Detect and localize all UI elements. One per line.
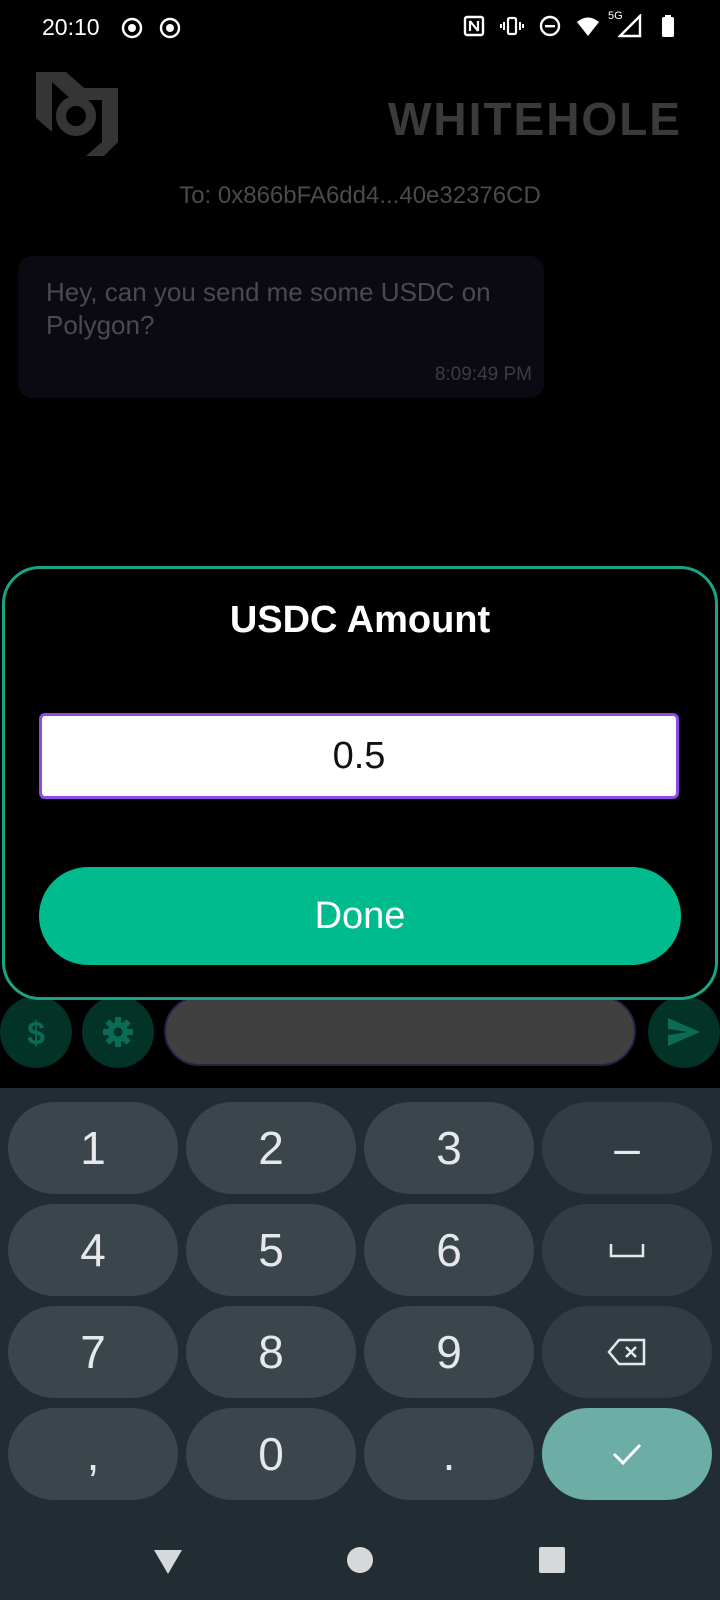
system-nav-bar bbox=[0, 1518, 720, 1600]
battery-icon bbox=[662, 15, 674, 37]
key-0[interactable]: 0 bbox=[186, 1408, 356, 1500]
broadcast-icon bbox=[121, 17, 143, 39]
key-4[interactable]: 4 bbox=[8, 1204, 178, 1296]
message-timestamp: 8:09:49 PM bbox=[434, 364, 532, 385]
dollar-icon: $ bbox=[27, 1015, 45, 1050]
usdc-amount-dialog: USDC Amount 0.5 Done bbox=[2, 566, 718, 1000]
key-7[interactable]: 7 bbox=[8, 1306, 178, 1398]
composer-bar: $ bbox=[0, 996, 720, 1072]
nfc-icon bbox=[463, 15, 485, 37]
key-2[interactable]: 2 bbox=[186, 1102, 356, 1194]
broadcast-icon bbox=[159, 17, 181, 39]
signal-icon: 5G bbox=[608, 10, 642, 38]
key-8[interactable]: 8 bbox=[186, 1306, 356, 1398]
dialog-title: USDC Amount bbox=[229, 599, 491, 641]
recipient-address: To: 0x866bFA6dd4...40e32376CD bbox=[179, 182, 541, 209]
status-time: 20:10 bbox=[42, 14, 100, 40]
message-input[interactable] bbox=[164, 996, 636, 1066]
space-icon bbox=[609, 1244, 645, 1258]
key-9[interactable]: 9 bbox=[364, 1306, 534, 1398]
key-1[interactable]: 1 bbox=[8, 1102, 178, 1194]
app-logo-icon bbox=[36, 72, 118, 156]
gear-icon bbox=[103, 1017, 133, 1047]
numeric-keyboard: 1 2 3 – 4 5 6 7 8 9 , 0 . bbox=[0, 1088, 720, 1518]
app-header: WHITEHOLE bbox=[0, 56, 720, 166]
key-period[interactable]: . bbox=[364, 1408, 534, 1500]
dnd-icon bbox=[539, 15, 561, 37]
wifi-icon bbox=[577, 17, 599, 36]
brand-name: WHITEHOLE bbox=[388, 93, 682, 145]
key-minus[interactable]: – bbox=[542, 1102, 712, 1194]
key-6[interactable]: 6 bbox=[364, 1204, 534, 1296]
vibrate-icon bbox=[500, 16, 524, 36]
recents-icon[interactable] bbox=[532, 1540, 572, 1580]
key-backspace[interactable] bbox=[542, 1306, 712, 1398]
amount-input[interactable]: 0.5 bbox=[39, 713, 679, 799]
key-enter[interactable] bbox=[542, 1408, 712, 1500]
message-text: Hey, can you send me some USDC on Polygo… bbox=[46, 277, 491, 340]
key-3[interactable]: 3 bbox=[364, 1102, 534, 1194]
key-space[interactable] bbox=[542, 1204, 712, 1296]
message-bubble: Hey, can you send me some USDC on Polygo… bbox=[18, 256, 544, 398]
status-bar: 20:10 5G bbox=[0, 0, 720, 56]
send-icon bbox=[668, 1018, 700, 1046]
done-button[interactable]: Done bbox=[39, 867, 681, 965]
send-button[interactable] bbox=[648, 996, 720, 1068]
home-icon[interactable] bbox=[340, 1540, 380, 1580]
checkmark-icon bbox=[612, 1443, 642, 1466]
key-comma[interactable]: , bbox=[8, 1408, 178, 1500]
request-payment-button[interactable]: $ bbox=[0, 996, 72, 1068]
backspace-icon bbox=[607, 1338, 646, 1366]
key-5[interactable]: 5 bbox=[186, 1204, 356, 1296]
svg-text:$: $ bbox=[27, 1015, 45, 1050]
back-icon[interactable] bbox=[148, 1540, 188, 1580]
settings-button[interactable] bbox=[82, 996, 154, 1068]
